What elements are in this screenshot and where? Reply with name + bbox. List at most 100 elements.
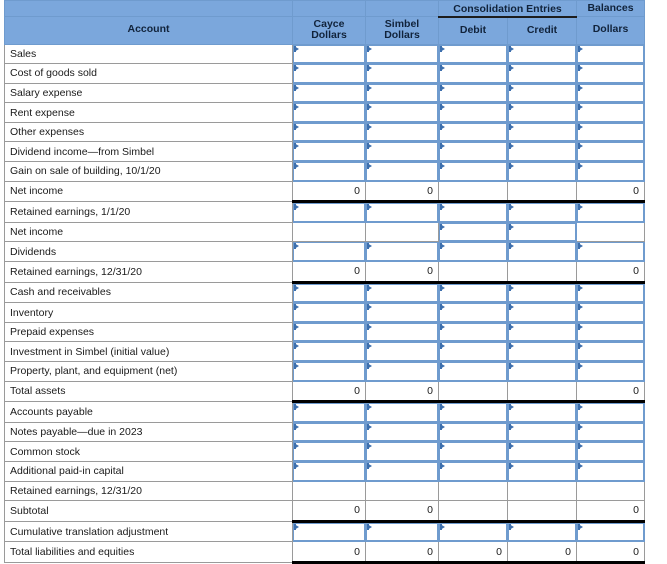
input-cell-simbel[interactable] xyxy=(365,43,439,65)
input-cell-cayce[interactable] xyxy=(292,401,366,423)
input-cell-simbel[interactable] xyxy=(365,341,439,362)
input-cell-debit[interactable] xyxy=(438,321,508,343)
input-cell-credit[interactable] xyxy=(506,341,578,362)
input-cell-balance[interactable] xyxy=(576,241,646,263)
input-cell-cayce[interactable] xyxy=(292,121,366,143)
input-cell-credit[interactable] xyxy=(506,201,578,223)
input-cell-credit[interactable] xyxy=(506,520,578,543)
input-cell-cayce[interactable] xyxy=(292,302,366,323)
input-cell-cayce[interactable] xyxy=(292,281,366,304)
input-cell-debit[interactable] xyxy=(438,43,508,65)
input-cell-balance[interactable] xyxy=(576,121,646,143)
input-cell-debit[interactable] xyxy=(438,141,508,163)
input-cell-cayce[interactable] xyxy=(292,321,366,343)
input-cell-simbel[interactable] xyxy=(365,161,439,182)
input-cell-balance[interactable] xyxy=(576,82,646,104)
input-cell-credit[interactable] xyxy=(506,421,578,443)
input-cell-debit[interactable] xyxy=(438,201,508,223)
input-cell-balance[interactable] xyxy=(576,421,646,443)
input-cell-balance[interactable] xyxy=(576,341,646,362)
input-cell-debit[interactable] xyxy=(438,520,508,543)
input-cell-simbel[interactable] xyxy=(365,421,439,443)
input-cell-cayce[interactable] xyxy=(292,102,366,123)
input-cell-balance[interactable] xyxy=(576,141,646,163)
input-cell-credit[interactable] xyxy=(506,121,578,143)
input-cell-debit[interactable] xyxy=(438,102,508,123)
input-cell-cayce[interactable] xyxy=(292,460,366,482)
input-cell-credit[interactable] xyxy=(506,63,578,84)
input-cell-simbel[interactable] xyxy=(365,82,439,104)
input-cell-balance[interactable] xyxy=(576,460,646,482)
input-cell-simbel[interactable] xyxy=(365,361,439,382)
input-cell-simbel[interactable] xyxy=(365,121,439,143)
input-cell-debit[interactable] xyxy=(438,161,508,182)
input-cell-debit[interactable] xyxy=(438,341,508,362)
input-cell-debit[interactable] xyxy=(438,401,508,423)
input-cell-balance[interactable] xyxy=(576,201,646,223)
input-cell-debit[interactable] xyxy=(438,82,508,104)
input-cell-cayce[interactable] xyxy=(292,341,366,362)
input-cell-cayce[interactable] xyxy=(292,361,366,382)
input-cell-simbel[interactable] xyxy=(365,141,439,163)
input-cell-simbel[interactable] xyxy=(365,302,439,323)
input-cell-balance[interactable] xyxy=(576,441,646,462)
input-cell-balance[interactable] xyxy=(576,63,646,84)
input-cell-cayce[interactable] xyxy=(292,441,366,462)
input-cell-debit[interactable] xyxy=(438,281,508,304)
header-simbel-dollars: Simbel Dollars xyxy=(365,16,439,45)
input-cell-balance[interactable] xyxy=(576,281,646,304)
input-cell-cayce[interactable] xyxy=(292,141,366,163)
input-cell-balance[interactable] xyxy=(576,520,646,543)
input-cell-balance[interactable] xyxy=(576,161,646,182)
input-cell-credit[interactable] xyxy=(506,281,578,304)
input-cell-cayce[interactable] xyxy=(292,520,366,543)
input-cell-simbel[interactable] xyxy=(365,281,439,304)
input-cell-simbel[interactable] xyxy=(365,102,439,123)
input-cell-debit[interactable] xyxy=(438,241,508,263)
input-cell-simbel[interactable] xyxy=(365,520,439,543)
input-cell-credit[interactable] xyxy=(506,321,578,343)
input-cell-credit[interactable] xyxy=(506,102,578,123)
input-cell-balance[interactable] xyxy=(576,401,646,423)
input-cell-debit[interactable] xyxy=(438,302,508,323)
input-cell-balance[interactable] xyxy=(576,321,646,343)
input-cell-credit[interactable] xyxy=(506,43,578,65)
input-cell-cayce[interactable] xyxy=(292,421,366,443)
input-cell-cayce[interactable] xyxy=(292,63,366,84)
input-cell-cayce[interactable] xyxy=(292,161,366,182)
input-cell-cayce[interactable] xyxy=(292,82,366,104)
input-cell-simbel[interactable] xyxy=(365,63,439,84)
input-cell-cayce[interactable] xyxy=(292,241,366,263)
empty-cell-credit xyxy=(506,480,578,502)
input-cell-credit[interactable] xyxy=(506,460,578,482)
input-cell-cayce[interactable] xyxy=(292,43,366,65)
input-cell-credit[interactable] xyxy=(506,302,578,323)
input-cell-cayce[interactable] xyxy=(292,201,366,223)
input-cell-debit[interactable] xyxy=(438,63,508,84)
input-cell-credit[interactable] xyxy=(506,82,578,104)
input-cell-debit[interactable] xyxy=(438,421,508,443)
input-cell-simbel[interactable] xyxy=(365,460,439,482)
input-cell-credit[interactable] xyxy=(506,441,578,462)
input-cell-balance[interactable] xyxy=(576,361,646,382)
input-cell-debit[interactable] xyxy=(438,361,508,382)
input-cell-simbel[interactable] xyxy=(365,401,439,423)
input-cell-simbel[interactable] xyxy=(365,441,439,462)
input-cell-simbel[interactable] xyxy=(365,321,439,343)
input-cell-balance[interactable] xyxy=(576,302,646,323)
input-cell-simbel[interactable] xyxy=(365,201,439,223)
input-cell-debit[interactable] xyxy=(438,221,508,243)
input-cell-debit[interactable] xyxy=(438,441,508,462)
input-cell-balance[interactable] xyxy=(576,102,646,123)
input-cell-credit[interactable] xyxy=(506,241,578,263)
input-cell-credit[interactable] xyxy=(506,401,578,423)
input-cell-debit[interactable] xyxy=(438,460,508,482)
input-cell-debit[interactable] xyxy=(438,121,508,143)
input-cell-credit[interactable] xyxy=(506,141,578,163)
input-cell-balance[interactable] xyxy=(576,43,646,65)
input-cell-credit[interactable] xyxy=(506,361,578,382)
input-cell-credit[interactable] xyxy=(506,161,578,182)
input-cell-simbel[interactable] xyxy=(365,241,439,263)
input-cell-credit[interactable] xyxy=(506,221,578,243)
table-row: Cash and receivables xyxy=(4,281,646,304)
